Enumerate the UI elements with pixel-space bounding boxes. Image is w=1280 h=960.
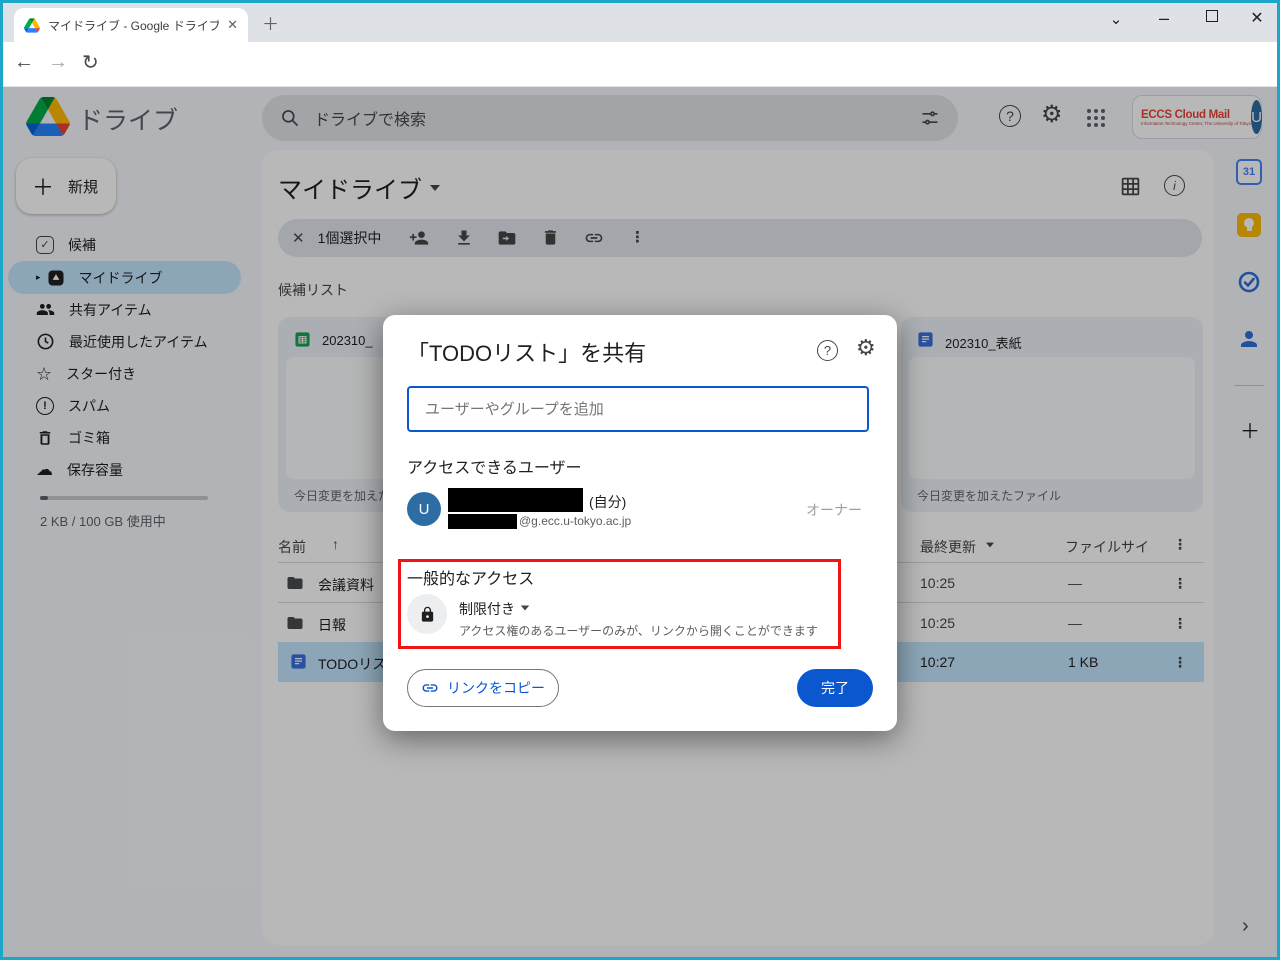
tab-close-icon[interactable]: ✕	[227, 17, 238, 33]
annotation-red-box	[398, 559, 841, 649]
redacted-owner-email	[448, 514, 517, 529]
new-tab-button[interactable]: ＋	[262, 10, 279, 35]
done-button[interactable]: 完了	[797, 669, 873, 707]
done-label: 完了	[821, 678, 849, 698]
back-button[interactable]: ←	[14, 51, 34, 74]
window-close-button[interactable]: ✕	[1245, 8, 1269, 28]
people-with-access-label: アクセスできるユーザー	[407, 454, 582, 478]
screenshot-root: マイドライブ - Google ドライブ ✕ ＋ ⌄ – ✕ ← → ↻ dri…	[0, 0, 1280, 960]
add-people-input[interactable]	[407, 386, 869, 432]
dialog-help-icon[interactable]: ?	[817, 340, 838, 361]
owner-avatar: U	[407, 492, 441, 526]
window-minimize-button[interactable]: –	[1152, 8, 1176, 29]
frame-edge	[0, 0, 1280, 3]
copy-link-label: リンクをコピー	[447, 678, 545, 698]
tab-title: マイドライブ - Google ドライブ	[48, 17, 219, 34]
owner-self-label: (自分)	[589, 492, 626, 512]
link-icon	[421, 679, 439, 697]
copy-link-button[interactable]: リンクをコピー	[407, 669, 559, 707]
browser-tab-strip: マイドライブ - Google ドライブ ✕ ＋ ⌄ – ✕	[0, 0, 1280, 42]
tab-search-chevron-icon[interactable]: ⌄	[1104, 10, 1128, 28]
browser-toolbar: ← → ↻ drive.google.com/drive/my-drive U …	[0, 42, 1280, 87]
drive-favicon	[24, 18, 40, 33]
owner-role-label: オーナー	[806, 500, 862, 520]
forward-button[interactable]: →	[48, 51, 68, 74]
redacted-owner-name	[448, 488, 583, 512]
browser-tab[interactable]: マイドライブ - Google ドライブ ✕	[14, 8, 248, 42]
window-maximize-button[interactable]	[1206, 10, 1218, 22]
dialog-settings-gear-icon[interactable]: ⚙	[856, 335, 876, 361]
owner-email-domain: @g.ecc.u-tokyo.ac.jp	[519, 514, 631, 528]
dialog-title: 「TODOリスト」を共有	[407, 336, 646, 368]
frame-edge	[0, 0, 3, 960]
share-dialog: 「TODOリスト」を共有 ? ⚙ アクセスできるユーザー U (自分) @g.e…	[383, 315, 897, 731]
reload-button[interactable]: ↻	[82, 50, 99, 75]
